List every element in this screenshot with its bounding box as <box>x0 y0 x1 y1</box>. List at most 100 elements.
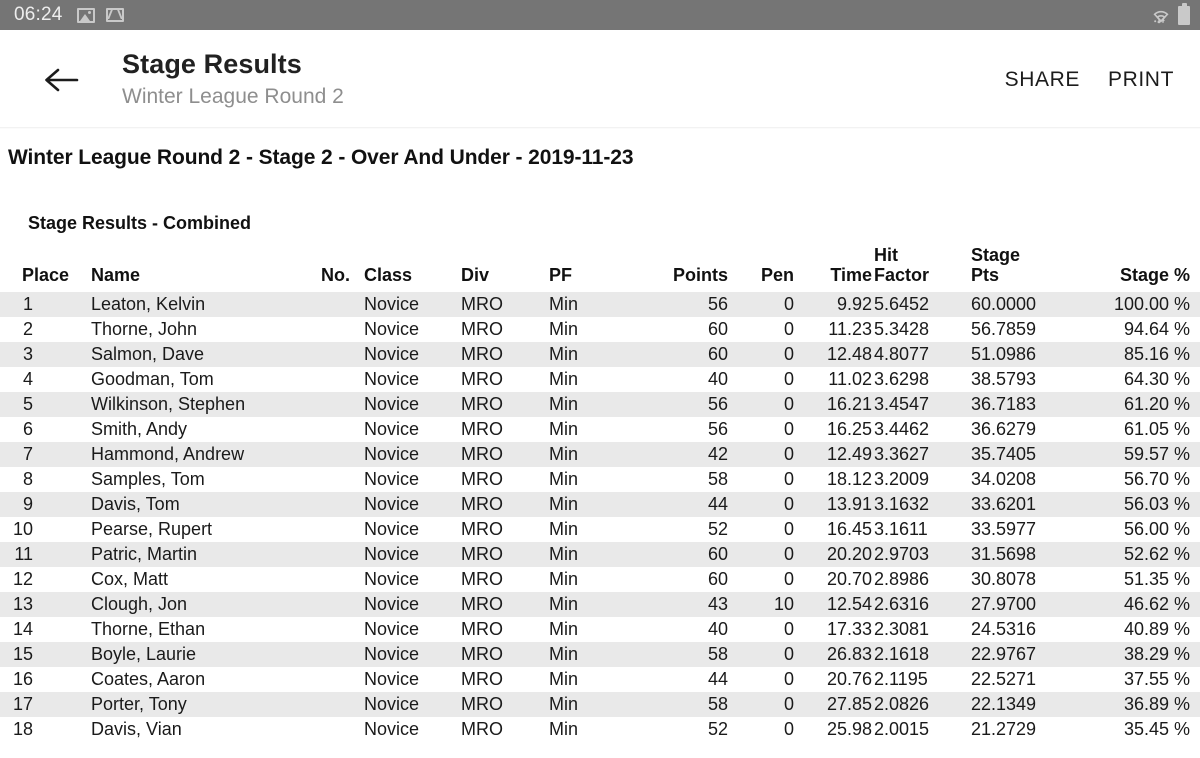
cell-stage-pct: 56.03 % <box>1082 492 1200 518</box>
column-header-name[interactable]: Name <box>74 245 286 292</box>
column-header-hit-factor[interactable]: Hit Factor <box>874 245 971 292</box>
cell-no <box>286 492 364 518</box>
cell-pen: 0 <box>730 642 796 668</box>
cell-pf: Min <box>549 617 615 643</box>
column-header-stage-pts-line1: Stage <box>971 245 1021 265</box>
table-row[interactable]: 10 Pearse, Rupert Novice MRO Min 52 0 16.45 3.16… <box>0 517 1200 543</box>
table-row[interactable]: 16 Coates, Aaron Novice MRO Min 44 0 20.76 2.119… <box>0 667 1200 693</box>
cell-pf: Min <box>549 292 615 318</box>
table-row[interactable]: 4 Goodman, Tom Novice MRO Min 40 0 11.02 3.6298 3… <box>0 367 1200 393</box>
cell-no <box>286 667 364 693</box>
cell-pf: Min <box>549 592 615 618</box>
cell-no <box>286 317 364 343</box>
table-row[interactable]: 7 Hammond, Andrew Novice MRO Min 42 0 12.49 3.36… <box>0 442 1200 468</box>
cell-div: MRO <box>461 367 549 393</box>
cell-stage-pts: 60.0000 <box>971 292 1082 318</box>
table-row[interactable]: 14 Thorne, Ethan Novice MRO Min 40 0 17.33 2.308… <box>0 617 1200 643</box>
cell-place: 18 <box>0 717 74 743</box>
table-row[interactable]: 12 Cox, Matt Novice MRO Min 60 0 20.70 2.8986 30.… <box>0 567 1200 593</box>
cell-name: Davis, Tom <box>74 492 286 518</box>
table-row[interactable]: 1 Leaton, Kelvin Novice MRO Min 56 0 9.92 5.6452… <box>0 292 1200 318</box>
cell-name: Thorne, John <box>74 317 286 343</box>
cell-pf: Min <box>549 667 615 693</box>
cell-div: MRO <box>461 342 549 368</box>
cell-pen: 0 <box>730 717 796 743</box>
cell-time: 27.85 <box>796 692 874 718</box>
cell-class: Novice <box>364 342 461 368</box>
cell-pf: Min <box>549 492 615 518</box>
cell-name: Wilkinson, Stephen <box>74 392 286 418</box>
cell-stage-pct: 46.62 % <box>1082 592 1200 618</box>
cell-place: 10 <box>0 517 74 543</box>
cell-time: 20.70 <box>796 567 874 593</box>
table-row[interactable]: 8 Samples, Tom Novice MRO Min 58 0 18.12 3.2009 3… <box>0 467 1200 493</box>
column-header-div[interactable]: Div <box>461 245 549 292</box>
cell-points: 40 <box>615 617 730 643</box>
cell-pen: 0 <box>730 292 796 318</box>
cell-no <box>286 517 364 543</box>
column-header-points[interactable]: Points <box>615 245 730 292</box>
cell-no <box>286 467 364 493</box>
table-row[interactable]: 11 Patric, Martin Novice MRO Min 60 0 20.20 2.97… <box>0 542 1200 568</box>
cell-pen: 0 <box>730 442 796 468</box>
table-row[interactable]: 18 Davis, Vian Novice MRO Min 52 0 25.98 2.0015 2… <box>0 717 1200 743</box>
table-row[interactable]: 3 Salmon, Dave Novice MRO Min 60 0 12.48 4.8077 5… <box>0 342 1200 368</box>
table-row[interactable]: 2 Thorne, John Novice MRO Min 60 0 11.23 5.3428 5… <box>0 317 1200 343</box>
cell-no <box>286 542 364 568</box>
cell-pf: Min <box>549 367 615 393</box>
cell-class: Novice <box>364 317 461 343</box>
cell-time: 16.45 <box>796 517 874 543</box>
table-row[interactable]: 15 Boyle, Laurie Novice MRO Min 58 0 26.83 2.161… <box>0 642 1200 668</box>
table-row[interactable]: 6 Smith, Andy Novice MRO Min 56 0 16.25 3.4462 36… <box>0 417 1200 443</box>
cell-stage-pct: 37.55 % <box>1082 667 1200 693</box>
cell-div: MRO <box>461 692 549 718</box>
cell-class: Novice <box>364 492 461 518</box>
cell-hit-factor: 2.9703 <box>874 542 971 568</box>
cell-stage-pts: 36.7183 <box>971 392 1082 418</box>
photo-icon <box>76 7 95 23</box>
cell-class: Novice <box>364 567 461 593</box>
column-header-pf[interactable]: PF <box>549 245 615 292</box>
cell-time: 20.76 <box>796 667 874 693</box>
cell-place: 5 <box>0 392 74 418</box>
back-button[interactable] <box>38 57 84 103</box>
table-body: 1 Leaton, Kelvin Novice MRO Min 56 0 9.92 5.6452… <box>0 292 1200 743</box>
cell-pen: 0 <box>730 492 796 518</box>
cell-points: 43 <box>615 592 730 618</box>
column-header-stage-pct[interactable]: Stage % <box>1082 245 1200 292</box>
cell-stage-pts: 24.5316 <box>971 617 1082 643</box>
share-button[interactable]: SHARE <box>1001 62 1084 98</box>
column-header-no[interactable]: No. <box>286 245 364 292</box>
cell-stage-pct: 52.62 % <box>1082 542 1200 568</box>
cell-no <box>286 392 364 418</box>
print-button[interactable]: PRINT <box>1104 62 1178 98</box>
page-title: Stage Results <box>122 48 302 79</box>
cell-pen: 0 <box>730 667 796 693</box>
cell-hit-factor: 3.3627 <box>874 442 971 468</box>
cell-time: 26.83 <box>796 642 874 668</box>
cell-stage-pct: 40.89 % <box>1082 617 1200 643</box>
table-row[interactable]: 5 Wilkinson, Stephen Novice MRO Min 56 0 16.21 3… <box>0 392 1200 418</box>
cell-points: 60 <box>615 317 730 343</box>
table-row[interactable]: 17 Porter, Tony Novice MRO Min 58 0 27.85 2.0826… <box>0 692 1200 718</box>
status-clock: 06:24 <box>14 4 63 25</box>
column-header-time[interactable]: Time <box>796 245 874 292</box>
cell-points: 58 <box>615 642 730 668</box>
cell-name: Leaton, Kelvin <box>74 292 286 318</box>
column-header-pen[interactable]: Pen <box>730 245 796 292</box>
cell-points: 56 <box>615 392 730 418</box>
table-row[interactable]: 13 Clough, Jon Novice MRO Min 43 10 12.54 2.6316… <box>0 592 1200 618</box>
cell-pen: 0 <box>730 367 796 393</box>
cell-class: Novice <box>364 467 461 493</box>
table-row[interactable]: 9 Davis, Tom Novice MRO Min 44 0 13.91 3.1632 33.… <box>0 492 1200 518</box>
column-header-class[interactable]: Class <box>364 245 461 292</box>
cell-points: 56 <box>615 417 730 443</box>
cell-place: 4 <box>0 367 74 393</box>
column-header-place[interactable]: Place <box>0 245 74 292</box>
cell-hit-factor: 5.6452 <box>874 292 971 318</box>
page-subtitle: Winter League Round 2 <box>122 84 344 108</box>
column-header-stage-pts[interactable]: Stage Pts <box>971 245 1082 292</box>
cell-stage-pct: 64.30 % <box>1082 367 1200 393</box>
cell-div: MRO <box>461 292 549 318</box>
cell-name: Pearse, Rupert <box>74 517 286 543</box>
